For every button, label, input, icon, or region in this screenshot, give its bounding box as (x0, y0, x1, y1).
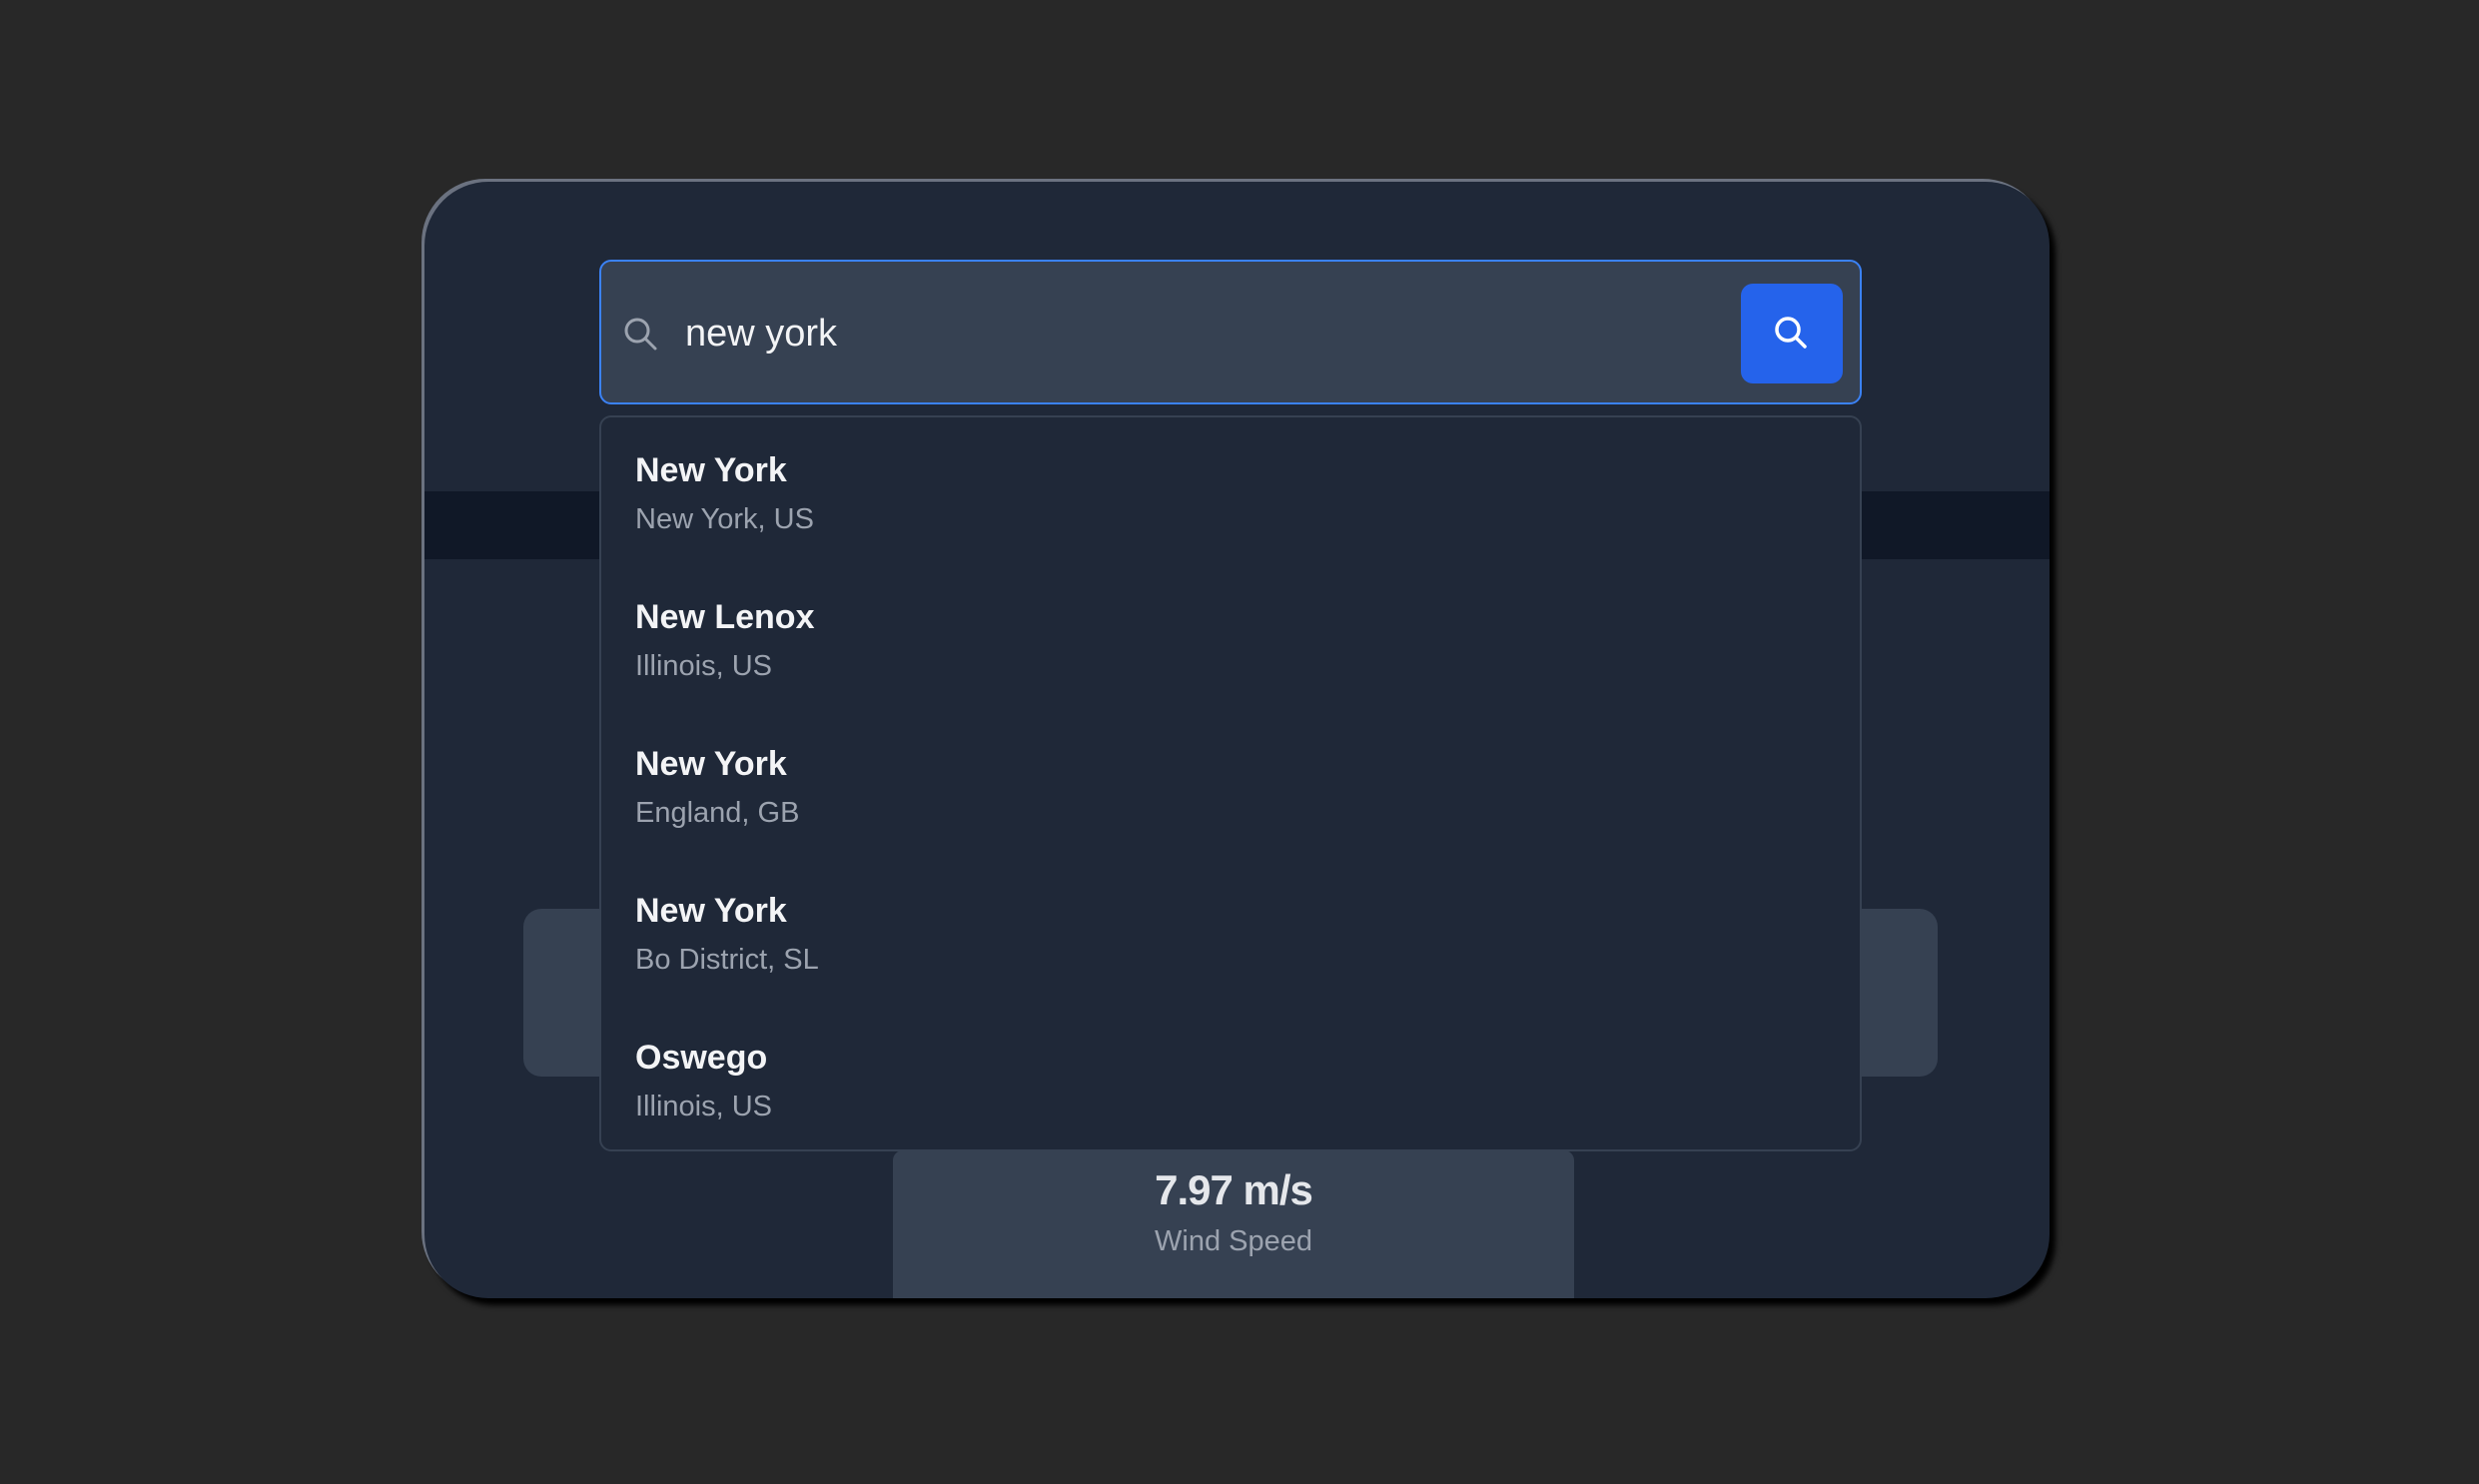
search-input[interactable] (685, 292, 1584, 375)
suggestion-item[interactable]: Oswego Illinois, US (601, 1025, 1860, 1171)
suggestion-item[interactable]: New York England, GB (601, 731, 1860, 878)
search-icon (1775, 317, 1807, 349)
suggestions-dropdown: New York New York, US New Lenox Illinois… (599, 415, 1862, 1151)
suggestion-name: New Lenox (635, 598, 815, 636)
suggestion-region: Illinois, US (635, 650, 772, 682)
suggestion-item[interactable]: New York New York, US (601, 437, 1860, 584)
suggestion-name: New York (635, 451, 787, 489)
suggestion-item[interactable]: New Lenox Illinois, US (601, 584, 1860, 731)
suggestion-name: Oswego (635, 1039, 768, 1077)
search-icon (621, 315, 661, 355)
suggestion-region: England, GB (635, 797, 800, 829)
suggestion-name: New York (635, 892, 787, 930)
search-bar (599, 260, 1862, 404)
suggestion-item[interactable]: New York Bo District, SL (601, 878, 1860, 1025)
wind-speed-label: Wind Speed (1155, 1225, 1312, 1257)
suggestion-region: Bo District, SL (635, 944, 819, 976)
wind-speed-value: 7.97 m/s (1155, 1166, 1313, 1213)
search-button[interactable] (1741, 284, 1843, 383)
suggestion-name: New York (635, 745, 787, 783)
suggestion-region: Illinois, US (635, 1091, 772, 1122)
suggestion-region: New York, US (635, 503, 814, 535)
